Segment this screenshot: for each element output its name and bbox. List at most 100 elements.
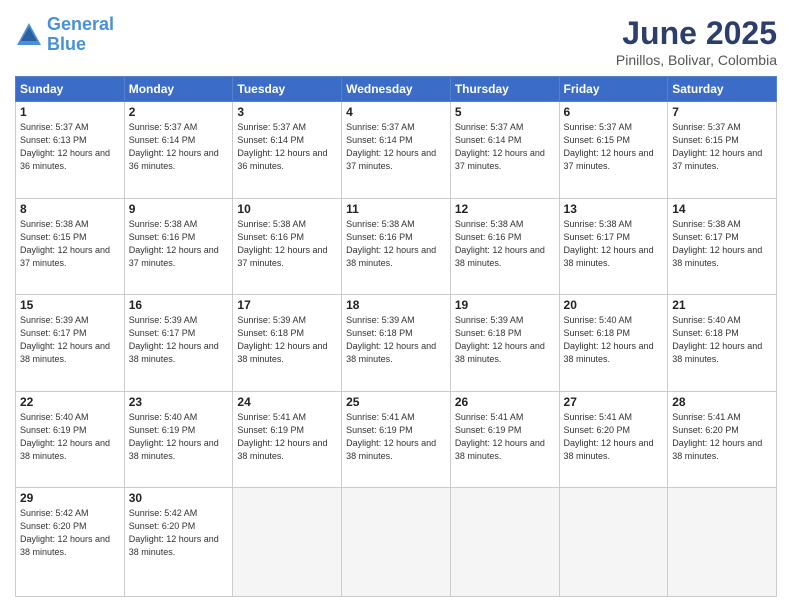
table-row: 12 Sunrise: 5:38 AMSunset: 6:16 PMDaylig… [450, 198, 559, 295]
week-row-5: 29 Sunrise: 5:42 AMSunset: 6:20 PMDaylig… [16, 488, 777, 597]
table-row: 8 Sunrise: 5:38 AMSunset: 6:15 PMDayligh… [16, 198, 125, 295]
day-number: 27 [564, 395, 664, 409]
table-row: 17 Sunrise: 5:39 AMSunset: 6:18 PMDaylig… [233, 295, 342, 392]
logo-icon [15, 21, 43, 49]
day-number: 3 [237, 105, 337, 119]
day-number: 29 [20, 491, 120, 505]
day-number: 26 [455, 395, 555, 409]
table-row: 28 Sunrise: 5:41 AMSunset: 6:20 PMDaylig… [668, 391, 777, 488]
col-wednesday: Wednesday [342, 77, 451, 102]
table-row: 18 Sunrise: 5:39 AMSunset: 6:18 PMDaylig… [342, 295, 451, 392]
table-row: 30 Sunrise: 5:42 AMSunset: 6:20 PMDaylig… [124, 488, 233, 597]
day-number: 20 [564, 298, 664, 312]
calendar-table: Sunday Monday Tuesday Wednesday Thursday… [15, 76, 777, 597]
day-info: Sunrise: 5:37 AMSunset: 6:14 PMDaylight:… [129, 121, 229, 173]
day-number: 15 [20, 298, 120, 312]
week-row-1: 1 Sunrise: 5:37 AMSunset: 6:13 PMDayligh… [16, 102, 777, 199]
day-info: Sunrise: 5:37 AMSunset: 6:14 PMDaylight:… [346, 121, 446, 173]
month-title: June 2025 [616, 15, 777, 52]
day-number: 22 [20, 395, 120, 409]
day-number: 21 [672, 298, 772, 312]
table-row: 19 Sunrise: 5:39 AMSunset: 6:18 PMDaylig… [450, 295, 559, 392]
day-info: Sunrise: 5:37 AMSunset: 6:14 PMDaylight:… [237, 121, 337, 173]
day-info: Sunrise: 5:42 AMSunset: 6:20 PMDaylight:… [20, 507, 120, 559]
day-number: 24 [237, 395, 337, 409]
table-row: 2 Sunrise: 5:37 AMSunset: 6:14 PMDayligh… [124, 102, 233, 199]
day-number: 1 [20, 105, 120, 119]
day-info: Sunrise: 5:38 AMSunset: 6:16 PMDaylight:… [455, 218, 555, 270]
day-info: Sunrise: 5:38 AMSunset: 6:17 PMDaylight:… [672, 218, 772, 270]
day-info: Sunrise: 5:38 AMSunset: 6:15 PMDaylight:… [20, 218, 120, 270]
table-row: 7 Sunrise: 5:37 AMSunset: 6:15 PMDayligh… [668, 102, 777, 199]
day-info: Sunrise: 5:41 AMSunset: 6:19 PMDaylight:… [237, 411, 337, 463]
table-row [559, 488, 668, 597]
day-number: 10 [237, 202, 337, 216]
day-number: 19 [455, 298, 555, 312]
table-row: 16 Sunrise: 5:39 AMSunset: 6:17 PMDaylig… [124, 295, 233, 392]
day-info: Sunrise: 5:38 AMSunset: 6:17 PMDaylight:… [564, 218, 664, 270]
table-row: 10 Sunrise: 5:38 AMSunset: 6:16 PMDaylig… [233, 198, 342, 295]
table-row [233, 488, 342, 597]
day-info: Sunrise: 5:38 AMSunset: 6:16 PMDaylight:… [129, 218, 229, 270]
day-info: Sunrise: 5:40 AMSunset: 6:18 PMDaylight:… [672, 314, 772, 366]
day-info: Sunrise: 5:38 AMSunset: 6:16 PMDaylight:… [346, 218, 446, 270]
day-number: 2 [129, 105, 229, 119]
day-info: Sunrise: 5:40 AMSunset: 6:19 PMDaylight:… [20, 411, 120, 463]
day-number: 4 [346, 105, 446, 119]
day-info: Sunrise: 5:39 AMSunset: 6:18 PMDaylight:… [346, 314, 446, 366]
col-sunday: Sunday [16, 77, 125, 102]
table-row: 27 Sunrise: 5:41 AMSunset: 6:20 PMDaylig… [559, 391, 668, 488]
day-number: 28 [672, 395, 772, 409]
day-info: Sunrise: 5:39 AMSunset: 6:17 PMDaylight:… [129, 314, 229, 366]
day-info: Sunrise: 5:40 AMSunset: 6:19 PMDaylight:… [129, 411, 229, 463]
day-number: 13 [564, 202, 664, 216]
table-row: 25 Sunrise: 5:41 AMSunset: 6:19 PMDaylig… [342, 391, 451, 488]
table-row: 29 Sunrise: 5:42 AMSunset: 6:20 PMDaylig… [16, 488, 125, 597]
page: General Blue June 2025 Pinillos, Bolivar… [0, 0, 792, 612]
header: General Blue June 2025 Pinillos, Bolivar… [15, 15, 777, 68]
col-tuesday: Tuesday [233, 77, 342, 102]
table-row: 3 Sunrise: 5:37 AMSunset: 6:14 PMDayligh… [233, 102, 342, 199]
table-row [668, 488, 777, 597]
day-number: 17 [237, 298, 337, 312]
day-info: Sunrise: 5:37 AMSunset: 6:15 PMDaylight:… [564, 121, 664, 173]
day-info: Sunrise: 5:39 AMSunset: 6:17 PMDaylight:… [20, 314, 120, 366]
day-number: 9 [129, 202, 229, 216]
week-row-4: 22 Sunrise: 5:40 AMSunset: 6:19 PMDaylig… [16, 391, 777, 488]
col-monday: Monday [124, 77, 233, 102]
day-number: 6 [564, 105, 664, 119]
day-info: Sunrise: 5:42 AMSunset: 6:20 PMDaylight:… [129, 507, 229, 559]
table-row: 21 Sunrise: 5:40 AMSunset: 6:18 PMDaylig… [668, 295, 777, 392]
day-info: Sunrise: 5:38 AMSunset: 6:16 PMDaylight:… [237, 218, 337, 270]
day-info: Sunrise: 5:41 AMSunset: 6:20 PMDaylight:… [672, 411, 772, 463]
table-row [342, 488, 451, 597]
day-number: 30 [129, 491, 229, 505]
table-row: 1 Sunrise: 5:37 AMSunset: 6:13 PMDayligh… [16, 102, 125, 199]
table-row [450, 488, 559, 597]
logo: General Blue [15, 15, 114, 55]
day-info: Sunrise: 5:37 AMSunset: 6:13 PMDaylight:… [20, 121, 120, 173]
day-info: Sunrise: 5:37 AMSunset: 6:15 PMDaylight:… [672, 121, 772, 173]
day-info: Sunrise: 5:37 AMSunset: 6:14 PMDaylight:… [455, 121, 555, 173]
table-row: 24 Sunrise: 5:41 AMSunset: 6:19 PMDaylig… [233, 391, 342, 488]
title-section: June 2025 Pinillos, Bolivar, Colombia [616, 15, 777, 68]
location: Pinillos, Bolivar, Colombia [616, 52, 777, 68]
day-info: Sunrise: 5:40 AMSunset: 6:18 PMDaylight:… [564, 314, 664, 366]
day-number: 16 [129, 298, 229, 312]
day-info: Sunrise: 5:39 AMSunset: 6:18 PMDaylight:… [455, 314, 555, 366]
week-row-2: 8 Sunrise: 5:38 AMSunset: 6:15 PMDayligh… [16, 198, 777, 295]
day-info: Sunrise: 5:39 AMSunset: 6:18 PMDaylight:… [237, 314, 337, 366]
calendar-header-row: Sunday Monday Tuesday Wednesday Thursday… [16, 77, 777, 102]
day-number: 23 [129, 395, 229, 409]
col-thursday: Thursday [450, 77, 559, 102]
table-row: 9 Sunrise: 5:38 AMSunset: 6:16 PMDayligh… [124, 198, 233, 295]
day-number: 11 [346, 202, 446, 216]
table-row: 13 Sunrise: 5:38 AMSunset: 6:17 PMDaylig… [559, 198, 668, 295]
day-info: Sunrise: 5:41 AMSunset: 6:19 PMDaylight:… [346, 411, 446, 463]
table-row: 22 Sunrise: 5:40 AMSunset: 6:19 PMDaylig… [16, 391, 125, 488]
day-number: 5 [455, 105, 555, 119]
week-row-3: 15 Sunrise: 5:39 AMSunset: 6:17 PMDaylig… [16, 295, 777, 392]
table-row: 4 Sunrise: 5:37 AMSunset: 6:14 PMDayligh… [342, 102, 451, 199]
day-number: 8 [20, 202, 120, 216]
col-friday: Friday [559, 77, 668, 102]
